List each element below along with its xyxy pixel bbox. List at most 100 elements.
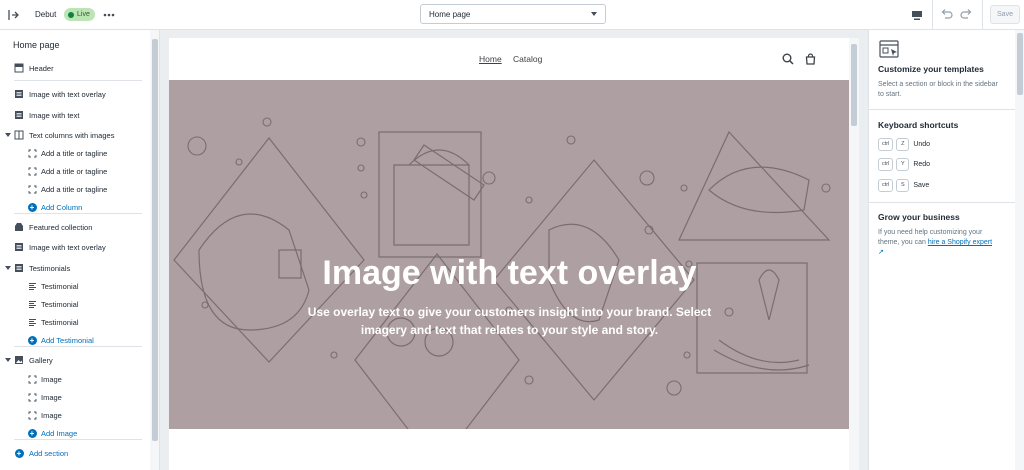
grow-text: If you need help customizing your theme,… (878, 228, 998, 258)
sidebar-item-label: Text columns with images (29, 130, 115, 140)
ctrl-key: ctrl (878, 137, 894, 151)
chevron-down-icon (591, 12, 597, 16)
section-icon (14, 263, 24, 273)
theme-name: Debut (35, 10, 57, 19)
shortcut-label: Undo (913, 140, 931, 148)
live-dot-icon (68, 11, 74, 18)
block-icon (27, 374, 37, 384)
sidebar-block-image[interactable]: Image (0, 407, 150, 423)
theme-preview-area: Home Catalog Image with text overlay Use… (160, 30, 868, 470)
shortcut-redo: ctrl Y Redo (878, 157, 930, 171)
sidebar-item-label: Image (41, 410, 62, 420)
sidebar-item-label: Testimonial (41, 299, 79, 309)
preview-scrollbar-thumb[interactable] (851, 44, 857, 126)
sidebar-divider (14, 80, 142, 81)
shortcut-save: ctrl S Save (878, 178, 929, 192)
cart-icon[interactable] (803, 52, 817, 66)
hero-subtitle: Use overlay text to give your customers … (307, 305, 712, 337)
block-icon (27, 184, 37, 194)
add-icon: + (27, 335, 37, 345)
undo-icon[interactable] (938, 6, 954, 22)
z-key: Z (896, 137, 910, 151)
toolbar-divider (932, 0, 933, 30)
exit-icon[interactable] (4, 6, 22, 24)
ctrl-key: ctrl (878, 178, 894, 192)
redo-icon[interactable] (958, 6, 974, 22)
sidebar-item-testimonials[interactable]: Testimonials (0, 260, 150, 276)
add-icon: + (27, 428, 37, 438)
grow-title: Grow your business (878, 212, 960, 222)
sidebar-item-label: Add Testimonial (41, 335, 94, 345)
save-button[interactable]: Save (990, 5, 1020, 24)
expand-caret-icon[interactable] (5, 266, 11, 270)
sidebar-block-testimonial[interactable]: Testimonial (0, 278, 150, 294)
sidebar-divider (14, 439, 142, 440)
add-section-button[interactable]: + Add section (0, 445, 150, 461)
sidebar-block-testimonial[interactable]: Testimonial (0, 314, 150, 330)
page-selector[interactable]: Home page (420, 4, 606, 24)
panel-divider (869, 109, 1015, 110)
top-bar: Debut Live Home page Save (0, 0, 1024, 30)
block-icon (27, 148, 37, 158)
desktop-icon[interactable] (908, 6, 926, 24)
live-status-badge: Live (64, 8, 95, 21)
image-with-text-overlay-section[interactable]: Image with text overlay Use overlay text… (169, 80, 850, 429)
sidebar-scrollbar-thumb[interactable] (152, 39, 158, 441)
page-selector-value: Home page (429, 9, 471, 19)
sidebar-item-header[interactable]: Header (0, 60, 150, 76)
sidebar-divider (14, 213, 142, 214)
add-icon: + (14, 448, 24, 458)
sidebar-divider (14, 346, 142, 347)
sidebar-item-label: Header (29, 63, 54, 73)
sidebar-item-label: Image with text (29, 110, 80, 120)
customize-template-icon (879, 40, 899, 58)
section-icon (14, 89, 24, 99)
columns-icon (14, 130, 24, 140)
sidebar-item-image-with-text-overlay-2[interactable]: Image with text overlay (0, 239, 150, 255)
sidebar-block-image[interactable]: Image (0, 371, 150, 387)
text-icon (27, 299, 37, 309)
nav-link-catalog[interactable]: Catalog (513, 54, 542, 64)
sidebar-item-image-with-text[interactable]: Image with text (0, 107, 150, 123)
sidebar-item-label: Add Column (41, 202, 83, 212)
sidebar-item-text-columns-with-images[interactable]: Text columns with images (0, 127, 150, 143)
customize-text: Select a section or block in the sidebar… (878, 81, 998, 98)
sidebar-item-label: Image (41, 374, 62, 384)
sidebar-item-label: Image (41, 392, 62, 402)
sidebar-block-tagline[interactable]: Add a title or tagline (0, 181, 150, 197)
external-link-icon[interactable]: ↗ (878, 249, 884, 256)
section-icon (14, 242, 24, 252)
sidebar-block-tagline[interactable]: Add a title or tagline (0, 145, 150, 161)
sidebar-block-tagline[interactable]: Add a title or tagline (0, 163, 150, 179)
sidebar-item-label: Testimonial (41, 281, 79, 291)
panel-scrollbar-thumb[interactable] (1017, 33, 1023, 95)
expand-caret-icon[interactable] (5, 133, 11, 137)
sidebar-item-gallery[interactable]: Gallery (0, 352, 150, 368)
sidebar-item-label: Testimonial (41, 317, 79, 327)
search-icon[interactable] (781, 52, 795, 66)
shortcuts-title: Keyboard shortcuts (878, 120, 959, 130)
sidebar-block-image[interactable]: Image (0, 389, 150, 405)
section-icon (14, 110, 24, 120)
sidebar-block-testimonial[interactable]: Testimonial (0, 296, 150, 312)
header-icon (14, 63, 24, 73)
expand-caret-icon[interactable] (5, 358, 11, 362)
panel-scrollbar[interactable] (1015, 30, 1024, 470)
sidebar-item-label: Add Image (41, 428, 78, 438)
sidebar-item-label: Featured collection (29, 222, 93, 232)
s-key: S (896, 178, 910, 192)
sidebar-item-featured-collection[interactable]: Featured collection (0, 219, 150, 235)
more-actions-icon[interactable] (101, 8, 117, 21)
sidebar-item-image-with-text-overlay[interactable]: Image with text overlay (0, 86, 150, 102)
toolbar-divider (982, 0, 983, 30)
panel-divider (869, 202, 1015, 203)
shortcut-label: Save (913, 181, 930, 189)
nav-link-home[interactable]: Home (479, 54, 502, 64)
sidebar-item-label: Testimonials (29, 263, 71, 273)
sidebar-item-label: Image with text overlay (29, 89, 106, 99)
sidebar-item-label: Image with text overlay (29, 242, 106, 252)
hire-expert-link[interactable]: hire a Shopify expert (928, 239, 992, 246)
live-status-label: Live (77, 11, 90, 18)
gallery-icon (14, 355, 24, 365)
sidebar-title: Home page (13, 40, 60, 50)
